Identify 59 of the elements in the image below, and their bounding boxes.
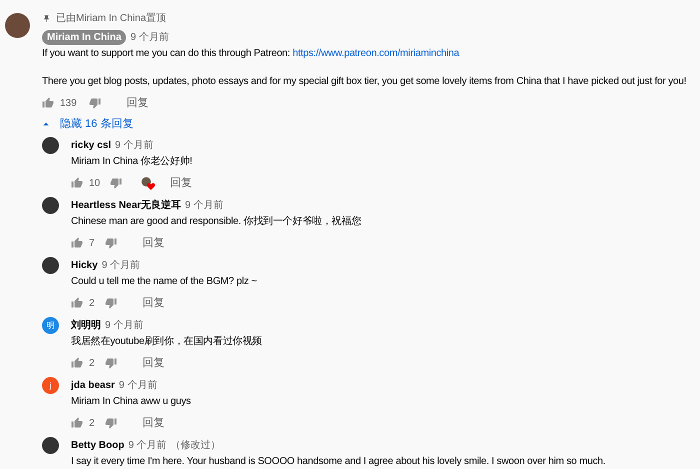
thumbs-down-icon[interactable] — [110, 177, 122, 189]
patreon-link[interactable]: https://www.patreon.com/miriaminchina — [292, 48, 460, 59]
pin-icon — [42, 14, 51, 24]
comment-text: 我居然在youtube刷到你，在国内看过你视频 — [71, 334, 262, 349]
like-count: 7 — [89, 236, 95, 250]
like-count: 2 — [89, 416, 95, 430]
edited-label: （修改过） — [170, 440, 221, 451]
like-count: 2 — [89, 296, 95, 310]
thumbs-up-icon[interactable] — [71, 177, 83, 189]
comment-time: 9 个月前 — [128, 440, 167, 451]
author-name[interactable]: jda beasr — [71, 380, 115, 391]
like-count: 10 — [89, 176, 100, 190]
avatar-photo-placeholder[interactable] — [42, 137, 59, 154]
comment-text: Chinese man are good and responsible. 你找到一个好爷啦，祝福您 — [71, 214, 362, 229]
thumbs-down-icon[interactable] — [88, 97, 101, 109]
thumbs-up-icon[interactable] — [71, 297, 83, 309]
avatar-photo-placeholder[interactable] — [42, 257, 59, 274]
reply-button[interactable]: 回复 — [142, 294, 165, 312]
author-name[interactable]: ricky csl — [71, 140, 112, 151]
author-name[interactable]: Heartless Near无良逆耳 — [71, 200, 182, 211]
thumbs-down-icon[interactable] — [104, 357, 117, 369]
thumbs-down-icon[interactable] — [104, 417, 117, 429]
reply-button[interactable]: 回复 — [170, 174, 192, 192]
comment-text: If you want to support me you can do this through Patreon: — [42, 48, 291, 59]
thumbs-up-icon[interactable] — [42, 97, 54, 109]
thumbs-up-icon[interactable] — [71, 237, 83, 249]
comment-text: There you get blog posts, updates, photo essays and for my special gift box tier, you get some lovely items from China that I have picked out just for you! — [42, 76, 686, 87]
like-count: 139 — [60, 96, 77, 110]
caret-up-icon — [42, 120, 50, 128]
reply-button[interactable]: 回复 — [142, 354, 165, 372]
author-name[interactable]: Hicky — [71, 260, 98, 271]
avatar-photo-placeholder[interactable] — [42, 437, 59, 454]
reply-button[interactable]: 回复 — [142, 234, 165, 252]
reply-button[interactable]: 回复 — [142, 414, 165, 432]
reply-button[interactable]: 回复 — [126, 94, 149, 112]
author-name[interactable]: Miriam In China — [42, 30, 126, 45]
thumbs-down-icon[interactable] — [104, 297, 117, 309]
like-count: 2 — [89, 356, 95, 370]
pinned-label: 已由Miriam In China置顶 — [56, 12, 166, 26]
comment-text: Miriam In China aww u guys — [71, 395, 191, 409]
comment-time: 9 个月前 — [105, 320, 144, 331]
avatar-photo-placeholder[interactable] — [5, 13, 30, 38]
thumbs-down-icon[interactable] — [104, 237, 117, 249]
avatar-photo-placeholder[interactable] — [42, 197, 59, 214]
comment-time: 9 个月前 — [118, 380, 158, 391]
comment-time: 9 个月前 — [102, 260, 140, 271]
comment-text: Miriam In China 你老公好帅! — [71, 154, 192, 169]
thumbs-up-icon[interactable] — [71, 417, 83, 429]
author-name[interactable]: 刘明明 — [71, 320, 101, 331]
letter-avatar[interactable]: 明 — [42, 317, 59, 334]
comment-time: 9 个月前 — [115, 140, 154, 151]
comment-text: Could u tell me the name of the BGM? plz ~ — [71, 275, 257, 289]
comment-time: 9 个月前 — [130, 32, 169, 43]
comment-text: I say it every time I'm here. Your husband is SOOOO handsome and I agree about his lovely smile. I swoon over him so much. — [71, 455, 606, 469]
hide-replies-button[interactable]: 隐藏 16 条回复 — [42, 116, 134, 132]
thumbs-up-icon[interactable] — [71, 357, 83, 369]
comment-time: 9 个月前 — [185, 200, 224, 211]
letter-avatar[interactable]: j — [42, 377, 59, 394]
author-name[interactable]: Betty Boop — [71, 440, 124, 451]
